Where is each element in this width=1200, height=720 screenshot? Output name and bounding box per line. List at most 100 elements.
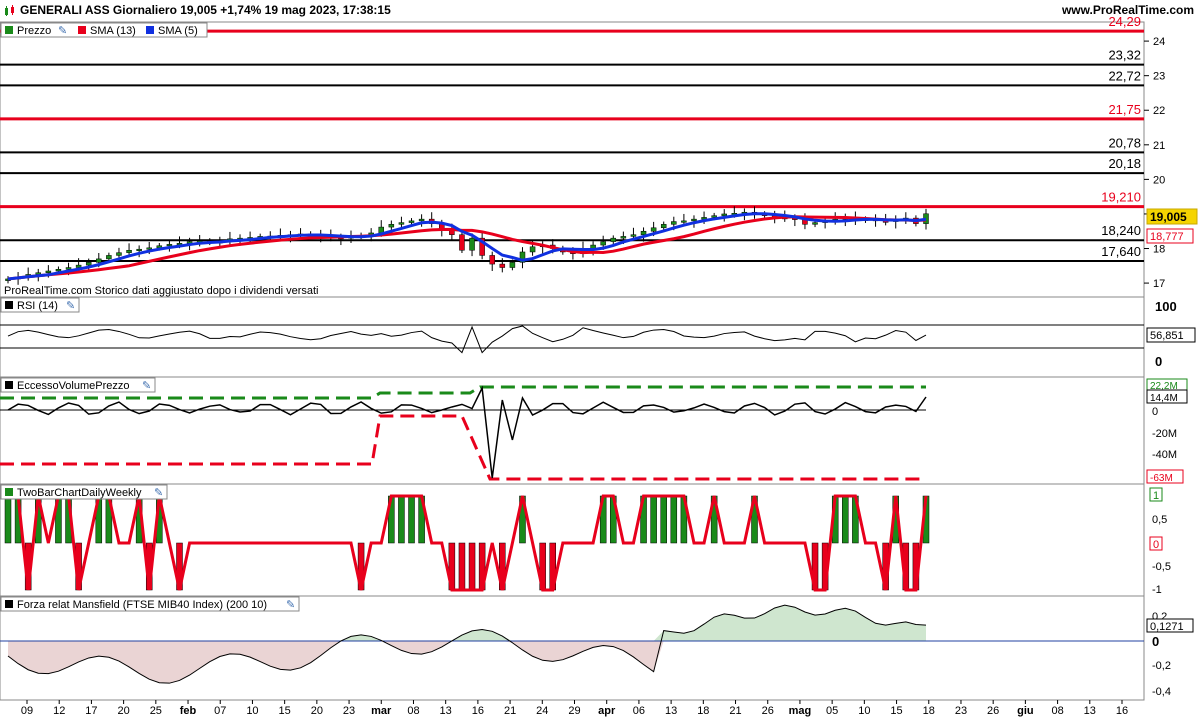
x-axis-label: 18 (697, 705, 709, 717)
wrench-icon[interactable]: ✎ (58, 25, 67, 37)
prezzo-legend-label: Prezzo (17, 25, 51, 37)
sma13-swatch-icon (78, 26, 86, 34)
price-axis: 2423222120191817 (1144, 36, 1165, 290)
rsi-tick-0: 0 (1155, 354, 1162, 369)
mansfield-tick-m04: -0,4 (1152, 686, 1171, 698)
twobar-tag-0: 0 (1153, 539, 1159, 551)
candle-body (45, 270, 52, 273)
x-axis-label: 10 (246, 705, 258, 717)
rsi-panel-frame (0, 296, 1145, 378)
rsi-swatch-icon (5, 301, 13, 309)
evp-wrench-icon[interactable]: ✎ (142, 380, 151, 392)
mansfield-wrench-icon[interactable]: ✎ (286, 599, 295, 611)
price-axis-tick-label: 23 (1153, 71, 1165, 83)
x-axis-label: 23 (343, 705, 355, 717)
candle-body (398, 222, 405, 225)
twobar-up-bar (842, 495, 849, 544)
x-axis-label: 10 (858, 705, 870, 717)
candle-body (640, 230, 647, 235)
x-axis-label: 15 (279, 705, 291, 717)
mansfield-tick-m02: -0,2 (1152, 660, 1171, 672)
x-axis-label: 16 (472, 705, 484, 717)
candle-body (721, 213, 727, 216)
twobar-up-bar (4, 495, 12, 544)
twobar-up-bar (670, 495, 678, 544)
chart-canvas[interactable]: 24,29 23,32 22,72 21,75 20,78 20,18 19,210 18,2… (0, 0, 1200, 720)
rsi-legend: RSI (14) ✎ (0, 297, 80, 313)
price-level-label: 21,75 (1108, 102, 1141, 117)
twobar-up-bar (408, 495, 415, 544)
candle-body (388, 224, 395, 228)
candle-body (489, 255, 495, 265)
price-level-label: 22,72 (1108, 68, 1141, 83)
price-level-label: 23,32 (1108, 48, 1141, 63)
candle-body (509, 262, 516, 268)
twobar-up-bar (398, 495, 405, 544)
candle-body (610, 237, 617, 242)
x-axis-label: 08 (407, 705, 419, 717)
x-axis-label: 07 (214, 705, 226, 717)
evp-tag-red: -63M (1150, 473, 1173, 484)
twobar-tag-1: 1 (1153, 490, 1159, 502)
x-axis-label: 21 (504, 705, 516, 717)
twobar-legend: TwoBarChartDailyWeekly ✎ (0, 484, 168, 500)
candle-body (630, 234, 637, 237)
candle-body (650, 227, 657, 232)
x-axis-label: 18 (923, 705, 935, 717)
x-axis-label: 21 (729, 705, 741, 717)
candle-body (469, 237, 475, 251)
support-resistance-levels: 24,29 23,32 22,72 21,75 20,78 20,18 19,210 18,2… (0, 14, 1144, 262)
x-axis-label: 20 (311, 705, 323, 717)
twobar-wrench-icon[interactable]: ✎ (154, 487, 163, 499)
candle-body (126, 249, 132, 253)
twobar-swatch-icon (5, 488, 13, 496)
x-axis-label: 17 (85, 705, 97, 717)
price-legend: Prezzo ✎ SMA (13) SMA (5) (0, 22, 208, 38)
candle-body (65, 267, 72, 270)
mansfield-swatch-icon (5, 600, 13, 608)
evp-panel-frame (0, 376, 1145, 485)
rsi-legend-label: RSI (14) (17, 300, 58, 312)
x-axis-label: 13 (665, 705, 677, 717)
candle-body (85, 262, 92, 266)
sma13-legend-label: SMA (13) (90, 25, 136, 37)
price-axis-tick-label: 20 (1153, 174, 1165, 186)
price-axis-tick-label: 21 (1153, 140, 1165, 152)
evp-legend: EccessoVolumePrezzo ✎ (0, 377, 156, 393)
price-level-label: 20,78 (1108, 135, 1141, 150)
candle-body (136, 248, 142, 251)
evp-swatch-icon (5, 381, 13, 389)
evp-black-line (7, 385, 927, 479)
candle-body (166, 244, 173, 247)
candle-body (75, 264, 82, 268)
x-axis-label: giu (1017, 705, 1034, 717)
candle-body (116, 252, 122, 256)
sma13-tag: 18,777 (1150, 231, 1184, 243)
rsi-wrench-icon[interactable]: ✎ (66, 300, 75, 312)
x-axis-label: 09 (21, 705, 33, 717)
candle-body (408, 220, 415, 223)
x-axis-label: 06 (633, 705, 645, 717)
candle-body (55, 269, 62, 272)
candle-body (681, 220, 687, 223)
candle-body (691, 218, 697, 222)
last-price-tag: 19,005 (1150, 210, 1187, 224)
candle-body (499, 263, 506, 268)
evp-red-dashed-line (0, 414, 926, 481)
x-axis: 09 12 17 20 25 feb 07 10 15 20 23 mar 08 13 16 21 24 29 ap… (21, 700, 1128, 717)
mansfield-tag: 0,1271 (1150, 621, 1184, 633)
twobar-up-bar (650, 495, 657, 544)
sma5-legend-label: SMA (5) (158, 25, 198, 37)
price-axis-tick-label: 22 (1153, 105, 1165, 117)
evp-tick-20m: -20M (1152, 428, 1177, 440)
x-axis-label: 16 (1116, 705, 1128, 717)
twobar-tick-m1: -1 (1152, 584, 1162, 596)
rsi-tag: 56,851 (1150, 330, 1184, 342)
price-level-label: 18,240 (1101, 223, 1141, 238)
x-axis-label: 05 (826, 705, 838, 717)
twobar-legend-label: TwoBarChartDailyWeekly (17, 487, 142, 499)
twobar-down-bar (468, 542, 476, 591)
candle-body (96, 258, 102, 263)
x-axis-label: 26 (762, 705, 774, 717)
candle-body (418, 218, 425, 222)
